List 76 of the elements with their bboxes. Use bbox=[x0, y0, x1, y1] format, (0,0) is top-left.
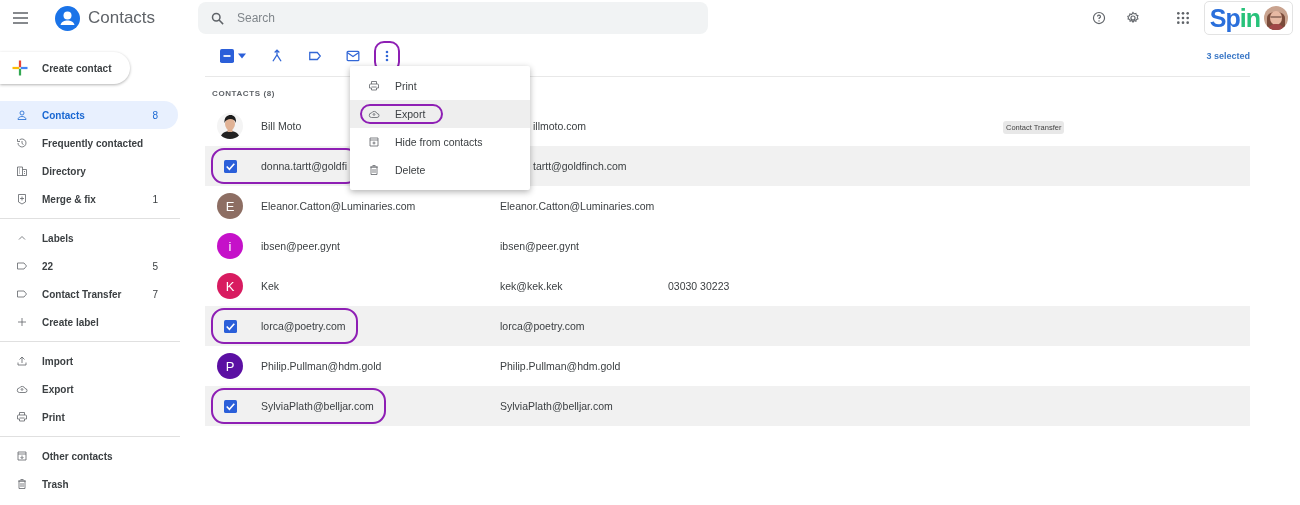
contact-email: Philip.Pullman@hdm.gold bbox=[500, 360, 621, 372]
sidebar-item[interactable]: Contacts 8 bbox=[0, 101, 178, 129]
contacts-logo-icon bbox=[55, 5, 80, 31]
avatar: P bbox=[217, 353, 243, 379]
contact-email: ibsen@peer.gynt bbox=[500, 240, 579, 252]
sidebar-item[interactable]: Import bbox=[0, 347, 178, 375]
printer-icon bbox=[368, 80, 380, 92]
contact-email: tartt@goldfinch.com bbox=[532, 160, 627, 172]
label-icon bbox=[16, 288, 28, 300]
contact-name: ibsen@peer.gynt bbox=[261, 240, 340, 252]
sidebar-item[interactable]: Contact Transfer 7 bbox=[0, 280, 178, 308]
contact-email: illmoto.com bbox=[532, 120, 587, 132]
merge-icon bbox=[16, 193, 28, 205]
person-icon bbox=[16, 109, 28, 121]
contact-name: donna.tartt@goldfi bbox=[261, 160, 347, 172]
trash-icon bbox=[16, 478, 28, 490]
sidebar-item[interactable]: Trash bbox=[0, 470, 178, 498]
contact-name: SylviaPlath@belljar.com bbox=[261, 400, 374, 412]
sidebar-item[interactable]: 22 5 bbox=[0, 252, 178, 280]
avatar: i bbox=[217, 233, 243, 259]
cloud-upload-icon bbox=[368, 108, 380, 120]
plus-icon bbox=[16, 316, 28, 328]
printer-icon bbox=[16, 411, 28, 423]
settings-icon[interactable] bbox=[1125, 11, 1140, 25]
search-icon bbox=[210, 10, 225, 26]
contact-name: Eleanor.Catton@Luminaries.com bbox=[261, 200, 416, 212]
contact-name: Philip.Pullman@hdm.gold bbox=[261, 360, 382, 372]
search-input[interactable]: Search bbox=[235, 10, 639, 26]
menu-item[interactable]: Export bbox=[350, 100, 530, 128]
sidebar-item[interactable]: Other contacts bbox=[0, 442, 178, 470]
merge-icon bbox=[270, 49, 284, 63]
label-icon bbox=[16, 260, 28, 272]
contact-email: Eleanor.Catton@Luminaries.com bbox=[500, 200, 655, 212]
archive-icon bbox=[16, 450, 28, 462]
app-title: Contacts bbox=[88, 8, 156, 28]
plus-icon bbox=[11, 59, 29, 77]
list-heading: CONTACTS (8) bbox=[212, 89, 276, 98]
contact-email: SylviaPlath@belljar.com bbox=[500, 400, 613, 412]
help-icon[interactable] bbox=[1091, 11, 1106, 25]
trash-icon bbox=[368, 164, 380, 176]
avatar: E bbox=[217, 193, 243, 219]
building-icon bbox=[16, 165, 28, 177]
apps-icon[interactable] bbox=[1175, 11, 1190, 25]
checkbox-icon bbox=[220, 49, 234, 63]
sidebar-item[interactable]: Create label bbox=[0, 308, 178, 336]
caret-icon bbox=[238, 53, 246, 59]
contact-phone: 03030 30223 bbox=[668, 280, 730, 292]
archive-icon bbox=[368, 136, 380, 148]
menu-item[interactable]: Print bbox=[350, 72, 530, 100]
avatar: K bbox=[217, 273, 243, 299]
sidebar-item[interactable]: Directory bbox=[0, 157, 178, 185]
cloud-upload-icon bbox=[16, 383, 28, 395]
upload-icon bbox=[16, 355, 28, 367]
contact-name: Bill Moto bbox=[261, 120, 302, 132]
create-contact-button[interactable]: Create contact bbox=[0, 52, 130, 84]
checkbox[interactable] bbox=[223, 319, 237, 333]
contact-name: Kek bbox=[261, 280, 280, 292]
brand-logo: Spin bbox=[1209, 3, 1260, 33]
contact-name: lorca@poetry.com bbox=[261, 320, 346, 332]
selection-count: 3 selected bbox=[1206, 51, 1250, 61]
mail-icon bbox=[346, 49, 360, 63]
checkbox[interactable] bbox=[223, 399, 237, 413]
checkbox[interactable] bbox=[223, 159, 237, 173]
contact-email: kek@kek.kek bbox=[500, 280, 563, 292]
labels-section-toggle[interactable]: Labels bbox=[0, 224, 178, 252]
sidebar-item[interactable]: Print bbox=[0, 403, 178, 431]
sidebar-item[interactable]: Merge & fix 1 bbox=[0, 185, 178, 213]
label-icon bbox=[308, 49, 322, 63]
sidebar-item[interactable]: Export bbox=[0, 375, 178, 403]
menu-item[interactable]: Hide from contacts bbox=[350, 128, 530, 156]
menu-item[interactable]: Delete bbox=[350, 156, 530, 184]
contact-email: lorca@poetry.com bbox=[500, 320, 585, 332]
sidebar-item[interactable]: Frequently contacted bbox=[0, 129, 178, 157]
menu-icon[interactable] bbox=[13, 12, 28, 24]
history-icon bbox=[16, 137, 28, 149]
search-field[interactable]: Search bbox=[198, 2, 708, 34]
